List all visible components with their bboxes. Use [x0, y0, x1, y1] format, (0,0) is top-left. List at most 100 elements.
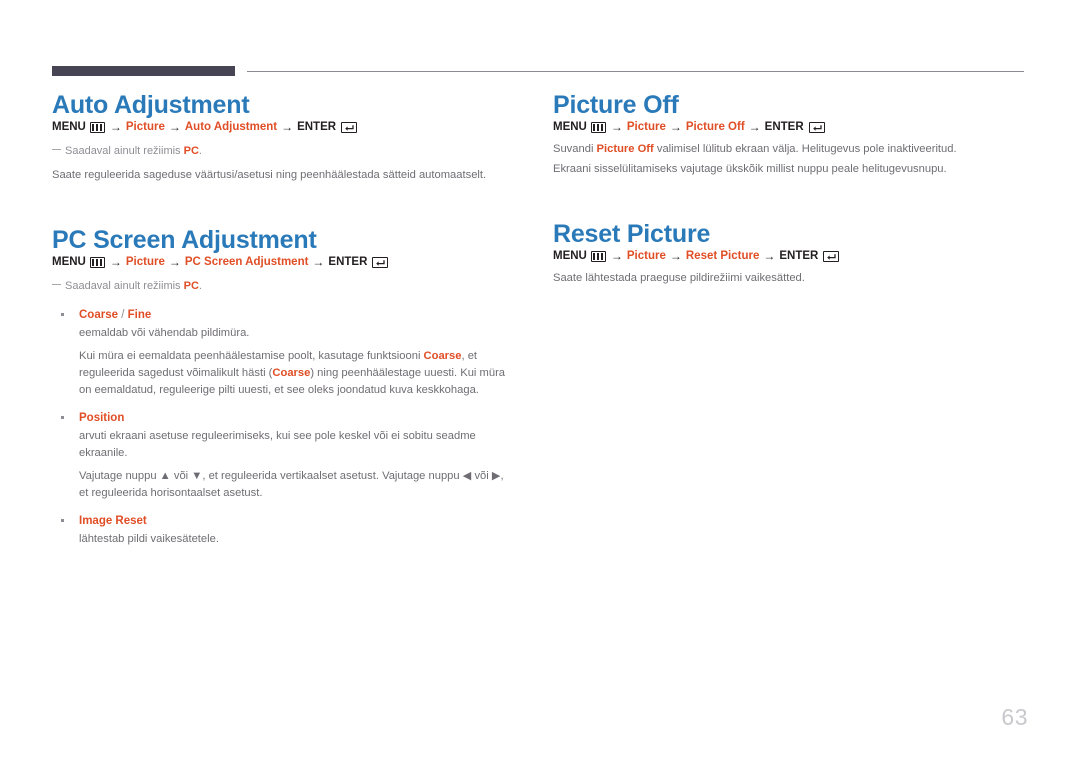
path-arrow-1: →	[610, 249, 623, 263]
header-rule-thin	[247, 71, 1024, 72]
path-item-picture: Picture	[125, 256, 165, 268]
menu-path-pc-screen-adjustment: MENU → Picture → PC Screen Adjustment → …	[52, 255, 507, 269]
path-arrow-3: →	[748, 120, 761, 134]
enter-label: ENTER	[764, 121, 804, 133]
enter-icon	[372, 256, 389, 268]
para-highlight-coarse-1: Coarse	[423, 350, 462, 362]
path-arrow-3: →	[763, 249, 776, 263]
path-item-picture: Picture	[626, 250, 666, 262]
right-column: Picture Off MENU → Picture → Picture Off…	[553, 90, 1028, 287]
page-title-reset-picture: Reset Picture	[553, 220, 711, 248]
enter-label: ENTER	[297, 121, 337, 133]
bullet-body-coarse-fine: eemaldab või vähendab pildimüra. Kui mür…	[52, 325, 507, 399]
note-highlight-pc: PC	[183, 145, 199, 157]
bullet-body-image-reset: lähtestab pildi vaikesätetele.	[52, 531, 507, 548]
path-arrow-3: →	[312, 255, 325, 269]
note-text-after: .	[198, 280, 202, 292]
body-picture-off-1: Suvandi Picture Off valimisel lülitub ek…	[553, 141, 1028, 158]
para-highlight-coarse-2: Coarse	[272, 367, 311, 379]
bullet-list: Coarse / Fine eemaldab või vähendab pild…	[52, 307, 507, 548]
enter-label: ENTER	[328, 256, 368, 268]
para-text-a1: Kui müra ei eemaldata peenhäälestamise p…	[79, 350, 424, 362]
list-item: Image Reset lähtestab pildi vaikesätetel…	[52, 513, 507, 548]
path-item-auto-adjustment: Auto Adjustment	[184, 121, 278, 133]
bullet-heading-coarse: Coarse	[79, 309, 118, 321]
para-text-a3: , et reguleerida vertikaalset asetust. V…	[202, 470, 463, 482]
note-available-pc-mode: Saadaval ainult režiimis PC.	[52, 278, 507, 295]
menu-label: MENU	[52, 256, 86, 268]
body-auto-adjustment: Saate reguleerida sageduse väärtusi/aset…	[52, 169, 487, 181]
menu-label: MENU	[553, 121, 587, 133]
path-item-picture-off: Picture Off	[685, 121, 745, 133]
enter-icon	[341, 121, 358, 133]
menu-label: MENU	[52, 121, 86, 133]
page-title-pc-screen-adjustment: PC Screen Adjustment	[52, 226, 317, 254]
down-arrow-icon: ▼	[191, 470, 203, 482]
document-page: Auto Adjustment MENU → Picture → Auto Ad…	[0, 0, 1080, 763]
body-text-before: Suvandi	[553, 143, 597, 155]
path-arrow-2: →	[669, 249, 682, 263]
page-title-auto-adjustment: Auto Adjustment	[52, 91, 250, 119]
para-text-a4: või	[471, 470, 492, 482]
body-text-after: valimisel lülitub ekraan välja. Helituge…	[653, 143, 957, 155]
bullet-heading-image-reset-label: Image Reset	[79, 515, 147, 527]
body-picture-off-2: Ekraani sisselülitamiseks vajutage ükskõ…	[553, 163, 947, 175]
menu-icon	[590, 250, 606, 262]
bullet-line-1: lähtestab pildi vaikesätetele.	[79, 533, 219, 545]
path-item-picture: Picture	[626, 121, 666, 133]
section-auto-adjustment: Auto Adjustment MENU → Picture → Auto Ad…	[52, 90, 507, 184]
path-arrow-1: →	[109, 120, 122, 134]
bullet-heading-separator: /	[118, 309, 128, 321]
note-text-after: .	[198, 145, 202, 157]
left-column: Auto Adjustment MENU → Picture → Auto Ad…	[52, 90, 507, 559]
enter-label: ENTER	[779, 250, 819, 262]
section-picture-off: Picture Off MENU → Picture → Picture Off…	[553, 90, 1028, 178]
header-rule-thick	[52, 66, 235, 76]
path-item-pc-screen-adjustment: PC Screen Adjustment	[184, 256, 309, 268]
up-arrow-icon: ▲	[159, 470, 171, 482]
enter-icon	[808, 121, 825, 133]
menu-path-picture-off: MENU → Picture → Picture Off → ENTER	[553, 120, 1028, 134]
path-arrow-1: →	[109, 255, 122, 269]
bullet-heading-fine: Fine	[127, 309, 152, 321]
bullet-paragraph-position: Vajutage nuppu ▲ või ▼, et reguleerida v…	[79, 468, 507, 502]
page-number: 63	[1001, 704, 1028, 730]
bullet-paragraph-coarse: Kui müra ei eemaldata peenhäälestamise p…	[79, 348, 507, 399]
bullet-heading-position: Position	[52, 410, 507, 426]
page-title-picture-off: Picture Off	[553, 91, 679, 119]
menu-path-auto-adjustment: MENU → Picture → Auto Adjustment → ENTER	[52, 120, 507, 134]
para-text-a2: või	[170, 470, 192, 482]
body-reset-picture: Saate lähtestada praeguse pildirežiimi v…	[553, 272, 805, 284]
section-pc-screen-adjustment: PC Screen Adjustment MENU → Picture → PC…	[52, 225, 507, 548]
bullet-line-1: arvuti ekraani asetuse reguleerimiseks, …	[79, 430, 476, 459]
path-arrow-3: →	[281, 120, 294, 134]
menu-icon	[89, 121, 105, 133]
path-arrow-1: →	[610, 120, 623, 134]
bullet-body-position: arvuti ekraani asetuse reguleerimiseks, …	[52, 428, 507, 502]
menu-label: MENU	[553, 250, 587, 262]
bullet-heading-image-reset: Image Reset	[52, 513, 507, 529]
path-arrow-2: →	[168, 120, 181, 134]
path-arrow-2: →	[669, 120, 682, 134]
list-item: Coarse / Fine eemaldab või vähendab pild…	[52, 307, 507, 399]
bullet-heading-position-label: Position	[79, 412, 125, 424]
menu-path-reset-picture: MENU → Picture → Reset Picture → ENTER	[553, 249, 1028, 263]
body-highlight-picture-off: Picture Off	[596, 143, 654, 155]
note-available-pc-mode: Saadaval ainult režiimis PC.	[52, 143, 507, 160]
menu-icon	[590, 121, 606, 133]
menu-icon	[89, 256, 105, 268]
list-item: Position arvuti ekraani asetuse reguleer…	[52, 410, 507, 502]
header-rule	[52, 66, 1024, 78]
enter-icon	[823, 250, 840, 262]
right-arrow-icon: ▶	[491, 470, 501, 482]
section-reset-picture: Reset Picture MENU → Picture → Reset Pic…	[553, 219, 1028, 287]
note-highlight-pc: PC	[183, 280, 199, 292]
path-item-picture: Picture	[125, 121, 165, 133]
path-arrow-2: →	[168, 255, 181, 269]
bullet-line-1: eemaldab või vähendab pildimüra.	[79, 327, 250, 339]
bullet-heading-coarse-fine: Coarse / Fine	[52, 307, 507, 323]
path-item-reset-picture: Reset Picture	[685, 250, 760, 262]
note-text-before: Saadaval ainult režiimis	[65, 145, 184, 157]
